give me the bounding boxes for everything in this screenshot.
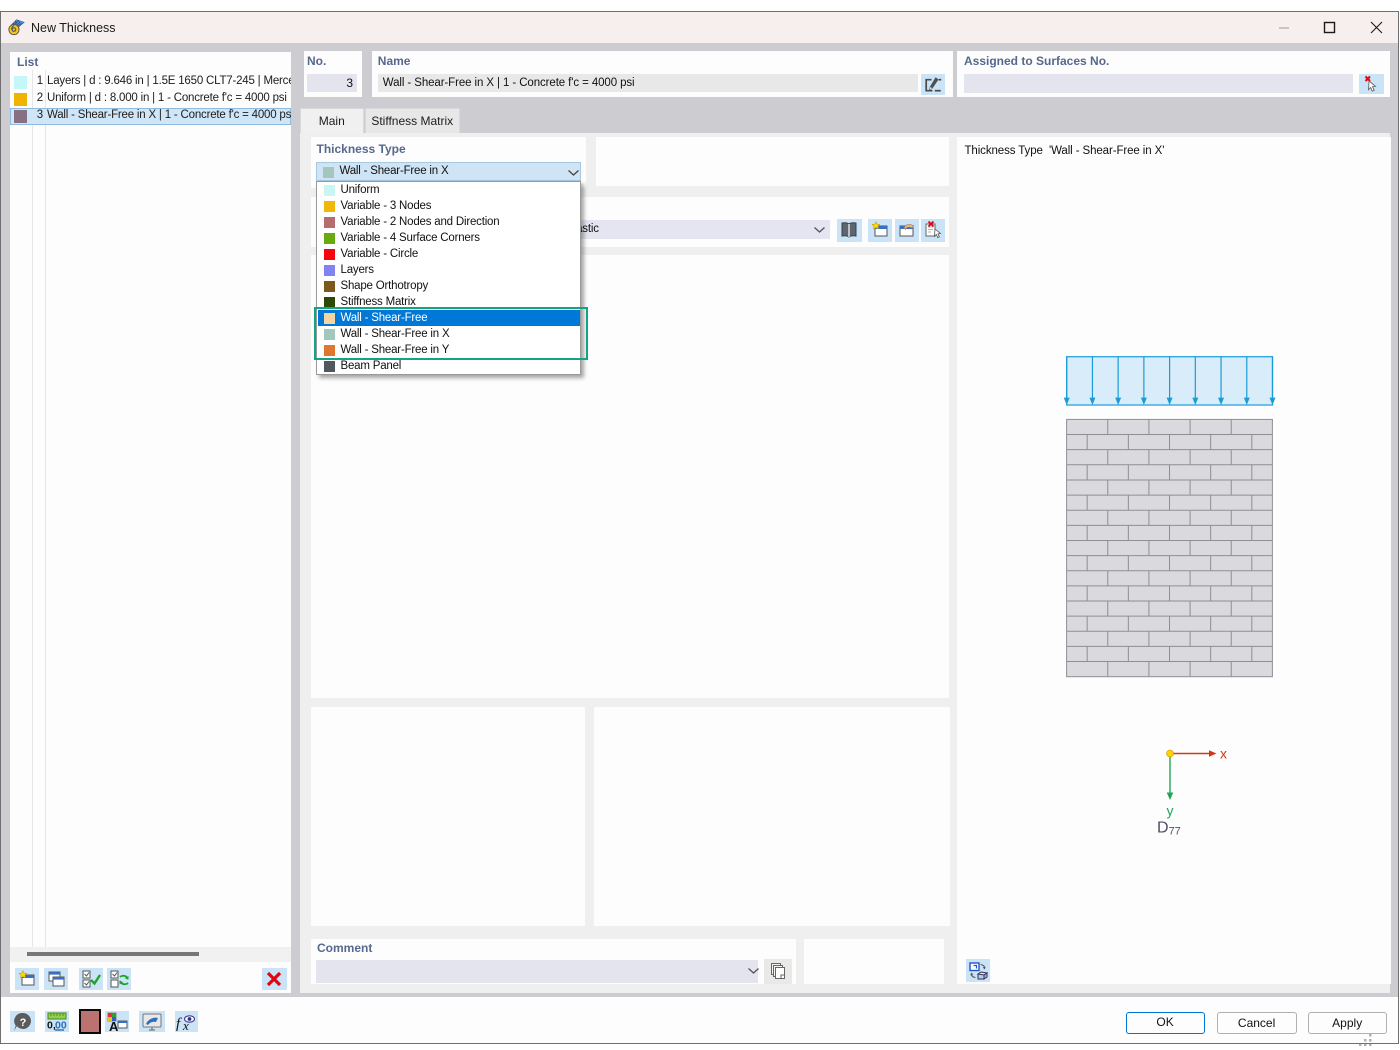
svg-text:f: f	[176, 1016, 182, 1032]
svg-text:x: x	[1220, 746, 1227, 762]
svg-text:D77: D77	[1157, 820, 1181, 838]
svg-text:?: ?	[19, 1017, 26, 1029]
svg-text:y: y	[1167, 803, 1174, 819]
